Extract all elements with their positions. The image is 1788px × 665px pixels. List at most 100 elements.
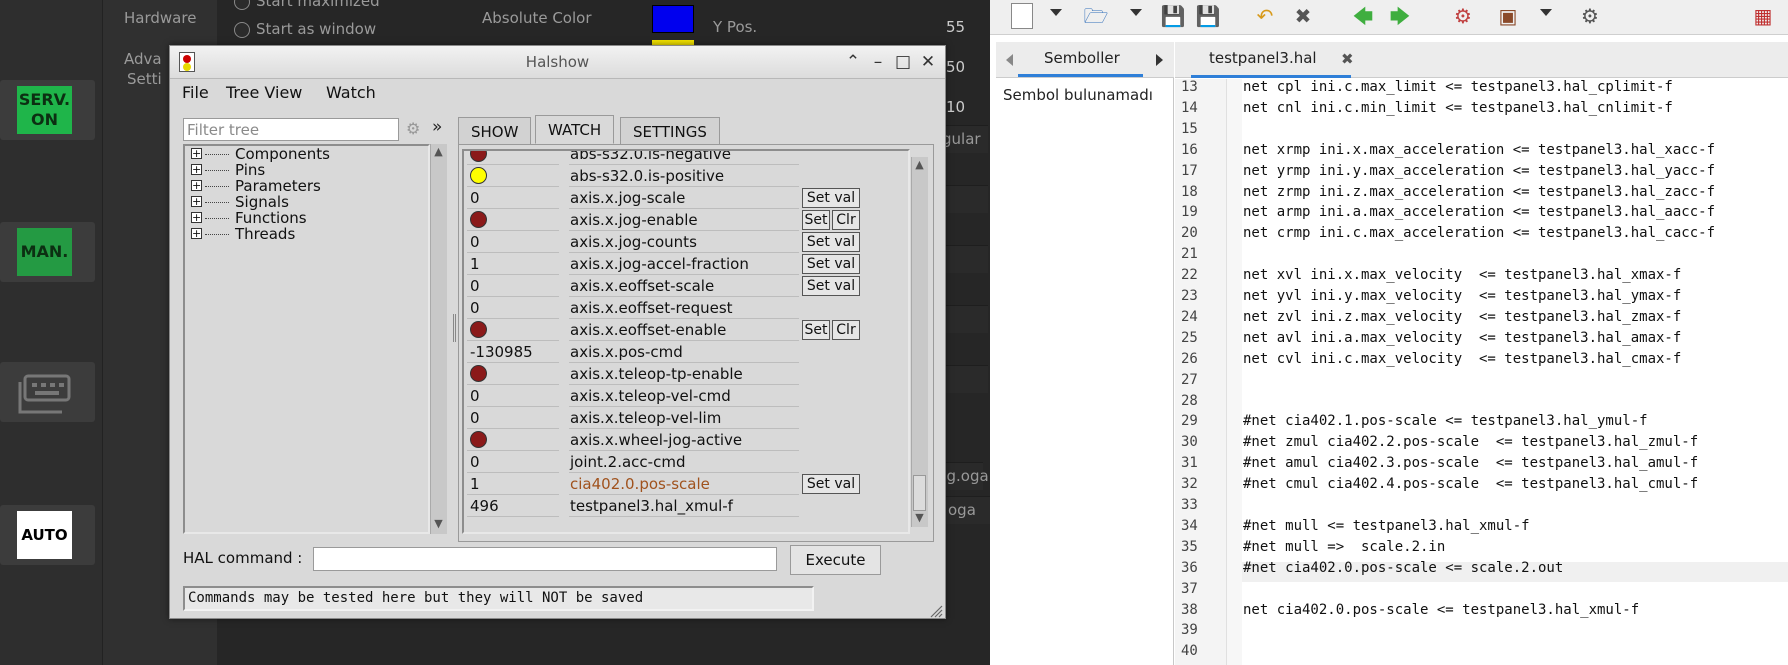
new-file-icon[interactable] <box>1011 3 1033 29</box>
line-number: 23 <box>1181 288 1198 304</box>
scroll-down-icon[interactable]: ▼ <box>913 511 926 525</box>
advanced-label[interactable]: Adva <box>124 50 162 68</box>
halshow-window: Halshow ⌃ – □ ✕ File Tree View Watch ⚙ »… <box>169 45 946 619</box>
start-maximized-radio[interactable] <box>234 0 250 10</box>
line-number: 16 <box>1181 142 1198 158</box>
menu-watch[interactable]: Watch <box>326 83 376 102</box>
line-number: 40 <box>1181 643 1198 659</box>
file-tab-label: testpanel3.hal <box>1209 49 1317 67</box>
watch-panel: abs-s32.0.is-negative abs-s32.0.is-posit… <box>458 144 934 542</box>
tab-symbols[interactable]: Semboller <box>1044 49 1120 67</box>
led-indicator <box>470 151 487 162</box>
menu-file[interactable]: File <box>182 83 209 102</box>
compile-icon[interactable]: ⚙ <box>1450 3 1476 29</box>
menu-tree-view[interactable]: Tree View <box>226 83 302 102</box>
maximize-icon[interactable]: □ <box>892 50 914 74</box>
filter-tree-input[interactable] <box>183 118 399 141</box>
code-line: net xrmp ini.x.max_acceleration <= testp… <box>1243 142 1716 158</box>
line-number: 22 <box>1181 267 1198 283</box>
set-button[interactable]: Set <box>802 320 830 340</box>
tab-watch[interactable]: WATCH <box>535 115 615 144</box>
start-as-window-radio[interactable] <box>234 22 250 38</box>
code-line: #net zmul cia402.2.pos-scale <= testpane… <box>1243 434 1699 450</box>
resize-grip-icon[interactable] <box>927 602 943 618</box>
pane-sash[interactable] <box>453 314 456 342</box>
tab-show[interactable]: SHOW <box>458 117 532 144</box>
open-folder-icon[interactable]: 🗁 <box>1083 3 1109 29</box>
mode-manual-button[interactable]: MAN. <box>0 222 95 282</box>
scroll-up-icon[interactable]: ▲ <box>432 145 445 159</box>
next-tab-icon[interactable] <box>1156 54 1163 66</box>
set-val-button[interactable]: Set val <box>802 474 860 494</box>
expand-icon[interactable]: + <box>191 180 202 191</box>
scroll-thumb[interactable] <box>913 475 926 511</box>
expand-icon[interactable]: + <box>191 228 202 239</box>
clr-button[interactable]: Clr <box>832 320 860 340</box>
editor-toolbar: 🗁 💾 💾 ↶ ✖ 🡄 🡆 ⚙ ▣ ⚙ ▦ <box>990 0 1788 35</box>
code-line: net armp ini.a.max_acceleration <= testp… <box>1243 204 1716 220</box>
execute-icon[interactable]: ⚙ <box>1577 3 1603 29</box>
absolute-color-swatch[interactable] <box>652 5 694 33</box>
code-line: net crmp ini.c.max_acceleration <= testp… <box>1243 225 1716 241</box>
line-number: 30 <box>1181 434 1198 450</box>
halshow-titlebar[interactable]: Halshow ⌃ – □ ✕ <box>170 46 945 79</box>
expand-chevron-icon[interactable]: » <box>432 117 442 137</box>
settings-label[interactable]: Setti <box>127 70 162 88</box>
tab-settings[interactable]: SETTINGS <box>620 117 720 144</box>
code-line: net cnl ini.c.min_limit <= testpanel3.ha… <box>1243 100 1673 116</box>
minimize-icon[interactable]: – <box>867 50 889 74</box>
set-val-button[interactable]: Set val <box>802 254 860 274</box>
build-dropdown-icon[interactable] <box>1540 9 1552 16</box>
expand-icon[interactable]: + <box>191 148 202 159</box>
forward-arrow-icon[interactable]: 🡆 <box>1387 3 1413 29</box>
open-dropdown-icon[interactable] <box>1130 9 1142 16</box>
close-file-icon[interactable]: ✖ <box>1290 3 1316 29</box>
hal-command-input[interactable] <box>313 547 777 571</box>
watch-row: 0 axis.x.jog-scale Set val <box>464 187 908 209</box>
shade-icon[interactable]: ⌃ <box>842 50 864 74</box>
set-button[interactable]: Set <box>802 210 830 230</box>
y-pos-label: Y Pos. <box>713 18 758 36</box>
execute-button[interactable]: Execute <box>790 545 881 575</box>
tree-scrollbar[interactable]: ▲ ▼ <box>430 144 447 534</box>
set-val-button[interactable]: Set val <box>802 188 860 208</box>
watch-row: axis.x.teleop-tp-enable <box>464 363 908 385</box>
clr-button[interactable]: Clr <box>832 210 860 230</box>
save-all-icon[interactable]: 💾 <box>1195 3 1221 29</box>
line-number: 34 <box>1181 518 1198 534</box>
gear-icon[interactable]: ⚙ <box>406 119 426 139</box>
file-tab[interactable]: testpanel3.hal ✖ <box>1191 42 1354 78</box>
watch-list: abs-s32.0.is-negative abs-s32.0.is-posit… <box>462 149 910 534</box>
close-tab-icon[interactable]: ✖ <box>1341 50 1354 68</box>
code-line: net cvl ini.c.max_velocity <= testpanel3… <box>1243 351 1682 367</box>
close-icon[interactable]: ✕ <box>917 50 939 74</box>
revert-icon[interactable]: ↶ <box>1252 3 1278 29</box>
expand-icon[interactable]: + <box>191 164 202 175</box>
code-editor[interactable]: 13 net cpl ini.c.max_limit <= testpanel3.… <box>1175 79 1788 665</box>
set-val-button[interactable]: Set val <box>802 232 860 252</box>
watch-row: -130985 axis.x.pos-cmd <box>464 341 908 363</box>
scroll-up-icon[interactable]: ▲ <box>913 158 926 172</box>
watch-scrollbar[interactable]: ▲ ▼ <box>911 157 928 527</box>
mode-auto-button[interactable]: AUTO <box>0 505 95 565</box>
line-number: 20 <box>1181 225 1198 241</box>
mode-servo-on-button[interactable]: SERV. ON <box>0 80 95 140</box>
watch-row: 0 axis.x.eoffset-scale Set val <box>464 275 908 297</box>
build-icon[interactable]: ▣ <box>1495 3 1521 29</box>
keyboard-icon <box>18 374 71 414</box>
line-number: 13 <box>1181 79 1198 95</box>
scroll-down-icon[interactable]: ▼ <box>432 517 445 531</box>
mode-keyboard-button[interactable] <box>0 362 95 422</box>
set-val-button[interactable]: Set val <box>802 276 860 296</box>
code-line: #net cia402.0.pos-scale <= scale.2.out <box>1243 560 1564 576</box>
expand-icon[interactable]: + <box>191 212 202 223</box>
hardware-label[interactable]: Hardware <box>124 9 196 27</box>
line-number: 29 <box>1181 413 1198 429</box>
line-number: 39 <box>1181 622 1198 638</box>
expand-icon[interactable]: + <box>191 196 202 207</box>
new-dropdown-icon[interactable] <box>1050 9 1062 16</box>
save-icon[interactable]: 💾 <box>1160 3 1186 29</box>
prev-tab-icon[interactable] <box>1006 54 1013 66</box>
color-chooser-icon[interactable]: ▦ <box>1750 3 1776 29</box>
back-arrow-icon[interactable]: 🡄 <box>1350 3 1376 29</box>
